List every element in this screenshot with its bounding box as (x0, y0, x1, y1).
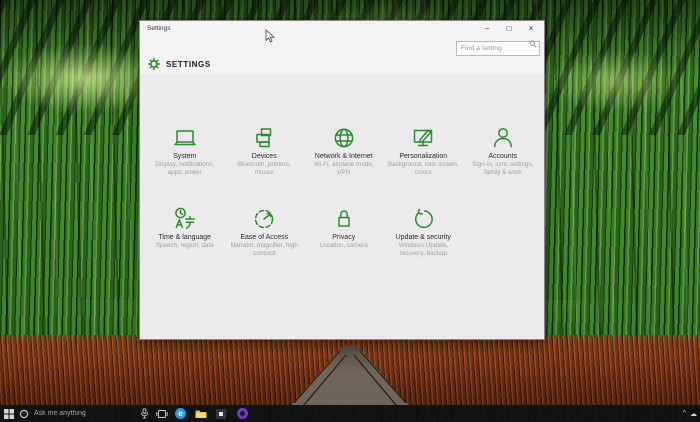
tile-personalization[interactable]: Personalization Background, lock screen,… (384, 125, 464, 206)
edge-icon: e (175, 408, 186, 419)
tile-title: Accounts (488, 153, 517, 160)
app-button-purple[interactable] (237, 405, 248, 422)
laptop-icon (172, 125, 198, 151)
search-icon (529, 40, 537, 48)
microphone-icon (140, 408, 149, 419)
window-title: Settings (147, 25, 171, 32)
tile-subtitle: Bluetooth, printers, mouse (228, 161, 300, 177)
cortana-search-input[interactable] (32, 409, 136, 418)
tile-subtitle: Windows Update, recovery, backup (387, 242, 459, 258)
store-icon-glyph (219, 412, 223, 416)
lock-icon (331, 206, 357, 232)
printer-icon (251, 125, 277, 151)
task-view-icon (156, 409, 168, 419)
gear-icon (148, 58, 160, 70)
taskbar: e ^ ☁ (0, 405, 700, 422)
tile-update-security[interactable]: Update & security Windows Update, recove… (384, 206, 464, 287)
minimize-button[interactable]: – (476, 22, 498, 35)
tile-subtitle: Sign-in, sync settings, family & work (467, 161, 539, 177)
tile-privacy[interactable]: Privacy Location, camera (304, 206, 384, 287)
cortana-button[interactable] (19, 405, 29, 422)
tile-title: Privacy (332, 234, 355, 241)
store-icon (216, 409, 226, 419)
start-button[interactable] (4, 405, 14, 422)
close-button[interactable]: × (520, 22, 542, 35)
tile-title: Time & language (158, 234, 211, 241)
purple-app-icon-center (240, 411, 245, 416)
tile-title: Ease of Access (240, 234, 288, 241)
mouse-cursor (265, 29, 276, 43)
settings-header-label: SETTINGS (166, 60, 211, 69)
tile-ease-of-access[interactable]: Ease of Access Narrator, magnifier, high… (225, 206, 305, 287)
tile-title: Network & Internet (315, 153, 373, 160)
tray-chevron-icon[interactable]: ^ (683, 410, 686, 417)
purple-app-icon (237, 408, 248, 419)
store-button[interactable] (216, 405, 226, 422)
tile-title: Devices (252, 153, 277, 160)
tile-subtitle: Location, camera (320, 242, 368, 250)
tile-devices[interactable]: Devices Bluetooth, printers, mouse (225, 125, 305, 206)
window-controls: – □ × (476, 22, 542, 35)
edge-button[interactable]: e (175, 405, 186, 422)
settings-tiles-grid: System Display, notifications, apps, pow… (145, 125, 543, 287)
desktop: Settings – □ × SETTINGS (0, 0, 700, 422)
task-view-button[interactable] (156, 405, 168, 422)
tile-title: Personalization (399, 153, 447, 160)
tile-subtitle: Speech, region, date (156, 242, 214, 250)
folder-icon (195, 409, 207, 419)
maximize-button[interactable]: □ (498, 22, 520, 35)
onedrive-cloud-icon[interactable]: ☁ (690, 410, 697, 418)
tile-system[interactable]: System Display, notifications, apps, pow… (145, 125, 225, 206)
system-tray: ^ ☁ (683, 405, 697, 422)
tile-subtitle: Narrator, magnifier, high contrast (228, 242, 300, 258)
person-icon (490, 125, 516, 151)
tile-title: Update & security (396, 234, 451, 241)
time-language-icon (172, 206, 198, 232)
update-refresh-icon (410, 206, 436, 232)
settings-window: Settings – □ × SETTINGS (139, 20, 545, 340)
settings-search-input[interactable] (456, 41, 540, 56)
personalization-icon (410, 125, 436, 151)
settings-header: SETTINGS (148, 58, 211, 70)
microphone-button[interactable] (140, 405, 149, 422)
tile-title: System (173, 153, 196, 160)
tile-subtitle: Wi-Fi, airplane mode, VPN (308, 161, 380, 177)
tile-subtitle: Display, notifications, apps, power (149, 161, 221, 177)
cortana-search-box[interactable] (32, 405, 136, 422)
windows-logo-icon (4, 409, 14, 419)
file-explorer-button[interactable] (195, 405, 207, 422)
cortana-circle-icon (19, 409, 29, 419)
tile-subtitle: Background, lock screen, colors (387, 161, 459, 177)
tile-network[interactable]: Network & Internet Wi-Fi, airplane mode,… (304, 125, 384, 206)
tile-time-language[interactable]: Time & language Speech, region, date (145, 206, 225, 287)
tile-accounts[interactable]: Accounts Sign-in, sync settings, family … (463, 125, 543, 206)
settings-search (456, 37, 540, 52)
globe-icon (331, 125, 357, 151)
ease-of-access-icon (251, 206, 277, 232)
